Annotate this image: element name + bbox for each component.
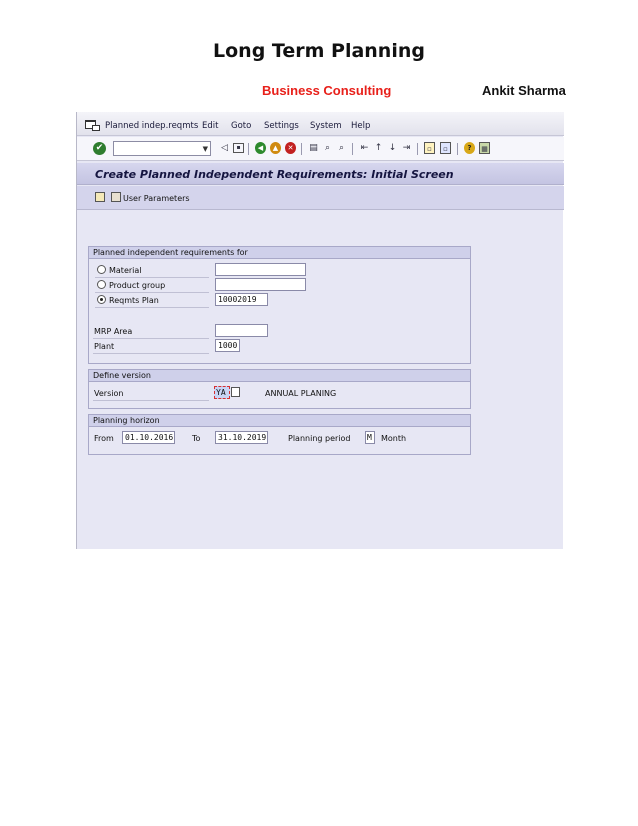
user-parameters-icon[interactable] (111, 192, 121, 202)
menu-window-icon[interactable] (85, 120, 100, 131)
group-planned-requirements-for: Planned independent requirements for Mat… (88, 246, 471, 364)
save-icon[interactable]: ▪ (233, 143, 244, 153)
radio-reqmts-plan[interactable] (97, 295, 106, 304)
command-input[interactable] (114, 142, 198, 155)
user-parameters-button[interactable]: User Parameters (123, 194, 190, 203)
dropdown-arrow-icon[interactable]: ▼ (203, 145, 208, 153)
input-version[interactable]: YA (214, 386, 230, 399)
print-icon[interactable]: ▤ (308, 142, 319, 154)
first-page-icon[interactable]: ⇤ (359, 142, 370, 154)
version-description: ANNUAL PLANING (265, 389, 337, 398)
radio-material[interactable] (97, 265, 106, 274)
label-planning-period: Planning period (288, 434, 351, 443)
input-from-date[interactable]: 01.10.2016 (122, 431, 175, 444)
find-next-icon[interactable]: ⌕ (336, 142, 347, 154)
document-title: Long Term Planning (213, 40, 425, 62)
copy-icon[interactable] (95, 192, 105, 202)
screen-title-bar: Create Planned Independent Requirements:… (77, 163, 564, 185)
menu-help[interactable]: Help (351, 121, 370, 131)
menu-planned-indep-reqmts[interactable]: Planned indep.reqmts (105, 121, 198, 131)
input-material[interactable] (215, 263, 306, 276)
input-mrp-area[interactable] (215, 324, 268, 337)
menu-edit[interactable]: Edit (202, 121, 218, 131)
label-to: To (192, 434, 201, 443)
radio-product-group[interactable] (97, 280, 106, 289)
customize-layout-icon[interactable]: ▦ (479, 142, 490, 154)
next-page-icon[interactable]: ↓ (387, 142, 398, 154)
input-plant[interactable]: 1000 (215, 339, 240, 352)
menu-bar: Planned indep.reqmts Edit Goto Settings … (77, 112, 564, 136)
input-planning-period[interactable]: M (365, 431, 375, 444)
sap-screenshot: Planned indep.reqmts Edit Goto Settings … (76, 112, 564, 549)
document-subtitle-business: Business Consulting (262, 83, 392, 98)
group-header-planning-horizon: Planning horizon (89, 415, 470, 427)
group-header-requirements-for: Planned independent requirements for (89, 247, 470, 259)
input-product-group[interactable] (215, 278, 306, 291)
label-from: From (94, 434, 114, 443)
menu-system[interactable]: System (310, 121, 342, 131)
standard-toolbar: ✔ ▼ ◁ ▪ ◀ ▲ ✕ ▤ ⌕ ⌕ ⇤ ↑ ↓ ⇥ ▫ ▫ ? ▦ (77, 137, 564, 161)
menu-goto[interactable]: Goto (231, 121, 251, 131)
version-help-icon[interactable] (231, 387, 240, 397)
help-icon[interactable]: ? (464, 142, 475, 154)
label-product-group: Product group (109, 281, 166, 290)
group-define-version: Define version Version YA ANNUAL PLANING (88, 369, 471, 409)
input-to-date[interactable]: 31.10.2019 (215, 431, 268, 444)
label-plant: Plant (94, 342, 115, 351)
screen-title: Create Planned Independent Requirements:… (95, 168, 454, 181)
previous-page-icon[interactable]: ↑ (373, 142, 384, 154)
label-version: Version (94, 389, 124, 398)
document-subtitle-author: Ankit Sharma (482, 83, 566, 98)
find-icon[interactable]: ⌕ (322, 142, 333, 154)
planning-period-description: Month (381, 434, 407, 443)
group-header-define-version: Define version (89, 370, 470, 382)
shortcut-icon[interactable]: ▫ (440, 142, 451, 154)
back-arrow-icon[interactable]: ◁ (219, 142, 230, 154)
cancel-icon[interactable]: ✕ (285, 142, 296, 154)
label-material: Material (109, 266, 142, 275)
exit-icon[interactable]: ▲ (270, 142, 281, 154)
group-planning-horizon: Planning horizon From 01.10.2016 To 31.1… (88, 414, 471, 455)
menu-settings[interactable]: Settings (264, 121, 299, 131)
last-page-icon[interactable]: ⇥ (401, 142, 412, 154)
application-toolbar: User Parameters (77, 186, 564, 210)
label-reqmts-plan: Reqmts Plan (109, 296, 159, 305)
back-icon[interactable]: ◀ (255, 142, 266, 154)
new-session-icon[interactable]: ▫ (424, 142, 435, 154)
command-field[interactable]: ▼ (113, 141, 211, 156)
input-reqmts-plan[interactable]: 10002019 (215, 293, 268, 306)
enter-check-icon[interactable]: ✔ (93, 142, 106, 155)
label-mrp-area: MRP Area (94, 327, 133, 336)
